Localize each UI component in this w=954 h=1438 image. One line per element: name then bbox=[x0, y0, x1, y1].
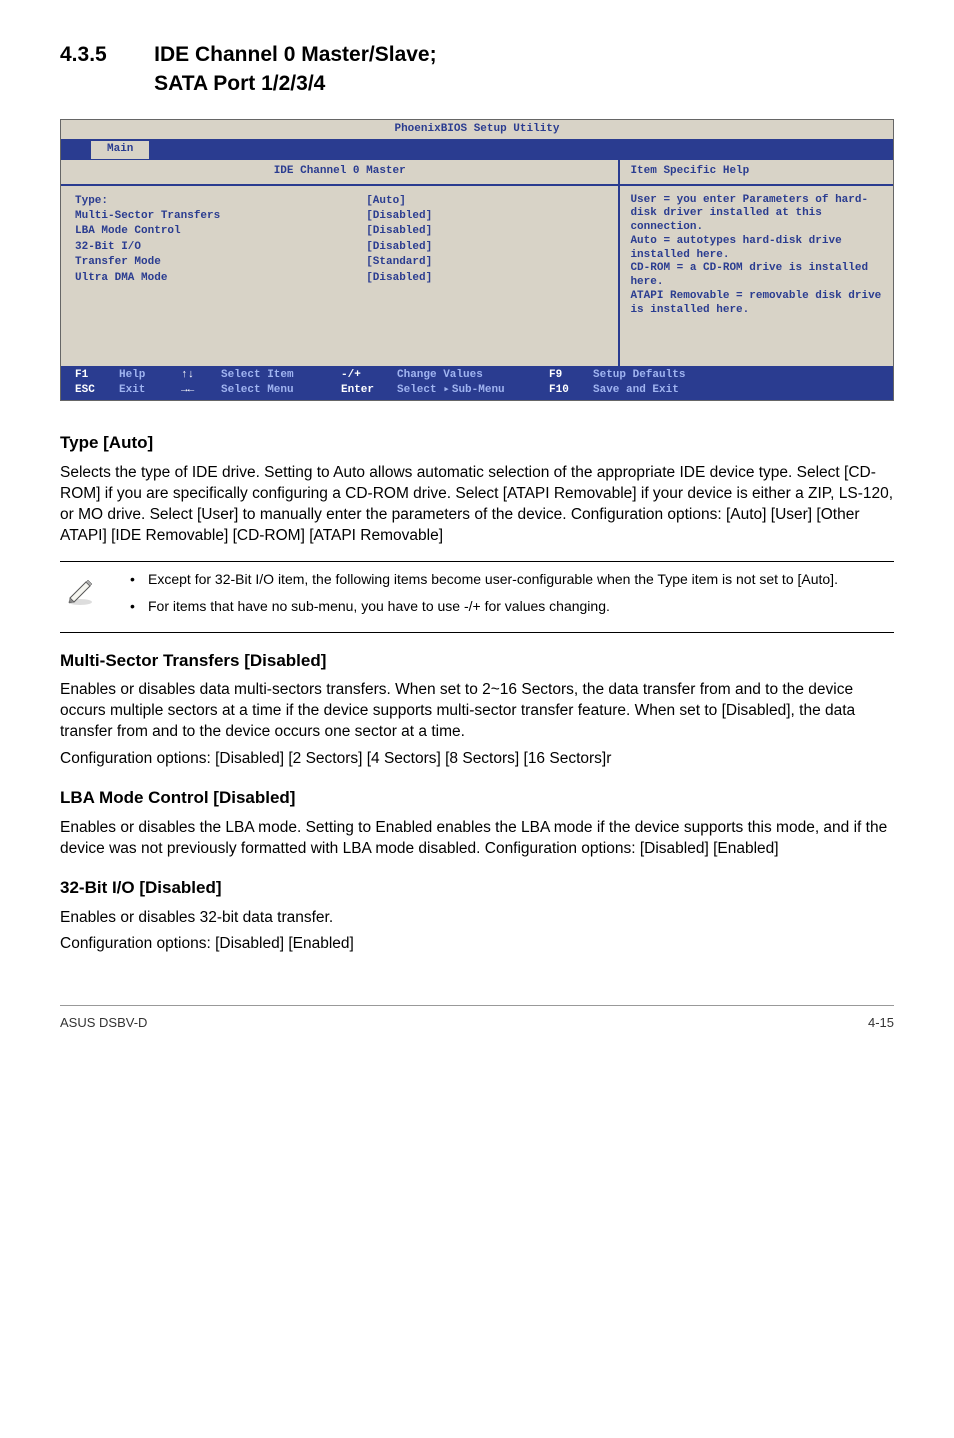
bios-row-32bit[interactable]: 32-Bit I/O [Disabled] bbox=[75, 240, 604, 255]
bios-utility-title: PhoenixBIOS Setup Utility bbox=[61, 120, 893, 139]
note-item-1: Except for 32-Bit I/O item, the followin… bbox=[120, 570, 838, 589]
label-setup-defaults: Setup Defaults bbox=[593, 368, 685, 383]
bios-row-multisector[interactable]: Multi-Sector Transfers [Disabled] bbox=[75, 209, 604, 224]
section-number: 4.3.5 bbox=[60, 40, 150, 69]
label-exit: Exit bbox=[119, 383, 181, 398]
footer-right: 4-15 bbox=[868, 1014, 894, 1032]
bios-tab-main[interactable]: Main bbox=[91, 141, 149, 158]
bios-label: Multi-Sector Transfers bbox=[75, 209, 366, 224]
key-f9: F9 bbox=[549, 368, 593, 383]
bios-screenshot: PhoenixBIOS Setup Utility Main IDE Chann… bbox=[60, 119, 894, 402]
key-enter: Enter bbox=[341, 383, 397, 398]
bios-label: Transfer Mode bbox=[75, 255, 366, 270]
multisector-body-2: Configuration options: [Disabled] [2 Sec… bbox=[60, 749, 894, 770]
type-body: Selects the type of IDE drive. Setting t… bbox=[60, 463, 894, 547]
bios-help-text: User = you enter Parameters of hard-disk… bbox=[620, 186, 893, 358]
bios-value: [Disabled] bbox=[366, 271, 604, 286]
bios-value: [Standard] bbox=[366, 255, 604, 270]
note-pencil-icon bbox=[60, 570, 100, 624]
bios-label: LBA Mode Control bbox=[75, 224, 366, 239]
leftright-icon: →← bbox=[181, 383, 221, 398]
key-esc: ESC bbox=[75, 383, 119, 398]
bios-footer: F1 Help ↑↓ Select Item -/+ Change Values… bbox=[61, 366, 893, 401]
label-select-menu: Select Menu bbox=[221, 383, 341, 398]
label-select-submenu: Select ▸Sub-Menu bbox=[397, 383, 549, 398]
bios-value: [Disabled] bbox=[366, 224, 604, 239]
note-item-2: For items that have no sub-menu, you hav… bbox=[120, 597, 838, 616]
bios-row-lba[interactable]: LBA Mode Control [Disabled] bbox=[75, 224, 604, 239]
page-footer: ASUS DSBV-D 4-15 bbox=[60, 1005, 894, 1032]
label-save-exit: Save and Exit bbox=[593, 383, 679, 398]
label-change-values: Change Values bbox=[397, 368, 549, 383]
bios-left-header: IDE Channel 0 Master bbox=[61, 160, 618, 185]
bios-label: Type: bbox=[75, 194, 366, 209]
key-f1: F1 bbox=[75, 368, 119, 383]
label-select-item: Select Item bbox=[221, 368, 341, 383]
section-title: IDE Channel 0 Master/Slave; SATA Port 1/… bbox=[154, 40, 436, 99]
note-text: Except for 32-Bit I/O item, the followin… bbox=[120, 570, 838, 624]
bios-help-header: Item Specific Help bbox=[620, 160, 893, 185]
lba-heading: LBA Mode Control [Disabled] bbox=[60, 786, 894, 810]
lba-body: Enables or disables the LBA mode. Settin… bbox=[60, 818, 894, 860]
bios-value: [Disabled] bbox=[366, 209, 604, 224]
footer-left: ASUS DSBV-D bbox=[60, 1014, 147, 1032]
bios-row-udma[interactable]: Ultra DMA Mode [Disabled] bbox=[75, 271, 604, 286]
title-line-2: SATA Port 1/2/3/4 bbox=[154, 72, 325, 95]
bit32-body-1: Enables or disables 32-bit data transfer… bbox=[60, 908, 894, 929]
bios-left-pane: IDE Channel 0 Master Type: [Auto] Multi-… bbox=[61, 160, 618, 365]
bios-value: [Disabled] bbox=[366, 240, 604, 255]
multisector-body-1: Enables or disables data multi-sectors t… bbox=[60, 680, 894, 743]
bit32-body-2: Configuration options: [Disabled] [Enabl… bbox=[60, 934, 894, 955]
note-box: Except for 32-Bit I/O item, the followin… bbox=[60, 561, 894, 633]
label-help: Help bbox=[119, 368, 181, 383]
bios-row-transfer[interactable]: Transfer Mode [Standard] bbox=[75, 255, 604, 270]
triangle-icon: ▸ bbox=[443, 384, 450, 396]
bios-row-type[interactable]: Type: [Auto] bbox=[75, 194, 604, 209]
bios-settings-list: Type: [Auto] Multi-Sector Transfers [Dis… bbox=[61, 186, 618, 366]
bios-value: [Auto] bbox=[366, 194, 604, 209]
key-plusminus: -/+ bbox=[341, 368, 397, 383]
updown-icon: ↑↓ bbox=[181, 368, 221, 383]
bit32-heading: 32-Bit I/O [Disabled] bbox=[60, 876, 894, 900]
bios-label: Ultra DMA Mode bbox=[75, 271, 366, 286]
type-heading: Type [Auto] bbox=[60, 431, 894, 455]
bios-body: IDE Channel 0 Master Type: [Auto] Multi-… bbox=[61, 159, 893, 365]
bios-help-pane: Item Specific Help User = you enter Para… bbox=[618, 160, 893, 365]
multisector-heading: Multi-Sector Transfers [Disabled] bbox=[60, 649, 894, 673]
key-f10: F10 bbox=[549, 383, 593, 398]
bios-label: 32-Bit I/O bbox=[75, 240, 366, 255]
section-heading: 4.3.5 IDE Channel 0 Master/Slave; SATA P… bbox=[60, 40, 894, 99]
title-line-1: IDE Channel 0 Master/Slave; bbox=[154, 43, 436, 66]
bios-tab-bar: Main bbox=[61, 139, 893, 159]
